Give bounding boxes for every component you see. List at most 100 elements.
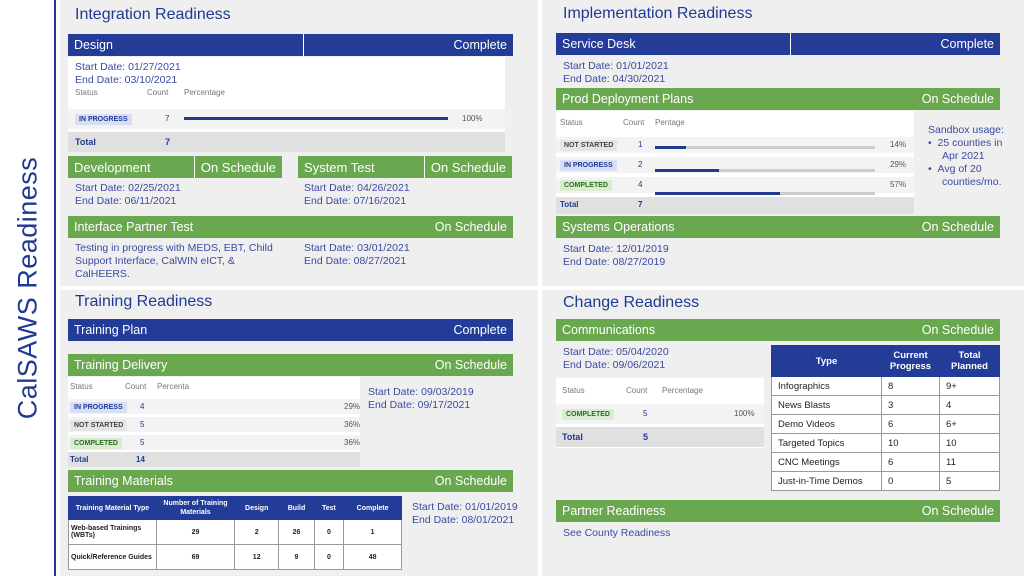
- development-label: Development: [74, 159, 151, 175]
- delivery-row-percent: 29%: [344, 402, 361, 411]
- status-badge: IN PROGRESS: [560, 160, 617, 171]
- progress-track: [655, 169, 875, 172]
- tm-col-build: Build: [278, 496, 315, 520]
- systems-operations-bar[interactable]: Systems Operations On Schedule: [556, 216, 1000, 238]
- progress-fill: [184, 117, 448, 120]
- system-test-end: End Date: 07/16/2021: [304, 195, 407, 207]
- interface-note: Support Interface, CalWIN eICT, &: [75, 255, 235, 267]
- prod-row-percent: 29%: [890, 160, 907, 169]
- table-row: Quick/Reference Guides 69 12 9 0 48: [68, 544, 402, 570]
- status-badge: NOT STARTED: [560, 140, 618, 151]
- design-bar[interactable]: Design Complete: [68, 34, 513, 56]
- training-plan-label: Training Plan: [74, 323, 148, 337]
- county-readiness-link[interactable]: See County Readiness: [563, 527, 670, 540]
- progress-track: [655, 146, 875, 149]
- training-materials-label: Training Materials: [74, 474, 173, 488]
- training-materials-start: Start Date: 01/01/2019: [412, 501, 518, 513]
- ct-col-type: Type: [771, 345, 882, 377]
- tm-cell: 48: [343, 544, 402, 570]
- sidebar: CalSAWS Readiness: [0, 0, 56, 576]
- comms-col-count: Count: [626, 386, 648, 395]
- ct-cell: 0: [881, 471, 940, 491]
- training-delivery-bar[interactable]: Training Delivery On Schedule: [68, 354, 513, 376]
- partner-readiness-bar[interactable]: Partner Readiness On Schedule: [556, 500, 1000, 522]
- status-badge: NOT STARTED: [70, 420, 128, 431]
- tm-cell: 12: [233, 544, 280, 570]
- delivery-col-count: Count: [125, 382, 147, 391]
- prod-col-count: Count: [623, 118, 645, 127]
- change-title: Change Readiness: [563, 294, 700, 311]
- ct-cell: 10: [881, 433, 940, 453]
- table-row: Web-based Trainings (WBTs) 29 2 26 0 1: [68, 519, 402, 545]
- communications-start: Start Date: 05/04/2020: [563, 346, 669, 358]
- training-plan-status: Complete: [453, 323, 508, 337]
- ct-col-total: Total Planned: [939, 345, 1000, 377]
- interface-start: Start Date: 03/01/2021: [304, 242, 410, 254]
- ct-cell: 5: [939, 471, 1000, 491]
- design-total-label: Total: [75, 137, 96, 147]
- service-desk-bar[interactable]: Service Desk Complete: [556, 33, 1000, 55]
- ct-cell: 11: [939, 452, 1000, 472]
- tm-cell: 69: [156, 544, 235, 570]
- tm-cell: Quick/Reference Guides: [68, 544, 157, 570]
- interface-note: CalHEERS.: [75, 268, 130, 280]
- progress-fill: [655, 192, 781, 195]
- tm-cell: 2: [233, 519, 280, 545]
- table-row: News Blasts 3 4: [771, 395, 1000, 415]
- systems-operations-label: Systems Operations: [562, 220, 675, 234]
- communications-label: Communications: [562, 323, 656, 337]
- training-title: Training Readiness: [75, 293, 213, 310]
- delivery-col-status: Status: [70, 382, 93, 391]
- interface-status: On Schedule: [434, 220, 507, 234]
- partner-readiness-label: Partner Readiness: [562, 504, 666, 518]
- design-status: Complete: [453, 38, 508, 52]
- system-test-status: On Schedule: [430, 159, 506, 175]
- progress-track: [184, 117, 448, 120]
- interface-bar[interactable]: Interface Partner Test On Schedule: [68, 216, 513, 238]
- design-total: 7: [165, 137, 171, 147]
- training-plan-bar[interactable]: Training Plan Complete: [68, 319, 513, 341]
- design-end: End Date: 03/10/2021: [75, 74, 178, 86]
- comms-row-count: 5: [643, 409, 648, 418]
- service-desk-start: Start Date: 01/01/2021: [563, 60, 669, 72]
- ct-cell: 6+: [939, 414, 1000, 434]
- prod-row-count: 2: [638, 160, 643, 169]
- progress-fill: [655, 146, 686, 149]
- system-test-bar[interactable]: System Test On Schedule: [298, 156, 512, 178]
- delivery-row-count: 4: [140, 402, 145, 411]
- training-delivery-start: Start Date: 09/03/2019: [368, 386, 474, 398]
- design-label: Design: [74, 38, 113, 52]
- comms-col-percent: Percentage: [662, 386, 703, 395]
- design-col-percent: Percentage: [184, 88, 225, 97]
- sandbox-bullet: 25 counties in: [937, 137, 1003, 149]
- ct-cell: News Blasts: [771, 395, 882, 415]
- delivery-row-count: 5: [140, 420, 145, 429]
- table-row: Targeted Topics 10 10: [771, 433, 1000, 453]
- comms-col-status: Status: [562, 386, 585, 395]
- comms-total-label: Total: [562, 432, 583, 442]
- interface-note: Testing in progress with MEDS, EBT, Chil…: [75, 242, 273, 254]
- systems-operations-status: On Schedule: [921, 220, 994, 234]
- tm-col-number: Number of Training Materials: [156, 496, 235, 520]
- delivery-row-percent: 36%: [344, 420, 361, 429]
- interface-end: End Date: 08/27/2021: [304, 255, 407, 267]
- table-row: Infographics 8 9+: [771, 376, 1000, 396]
- status-badge: COMPLETED: [70, 438, 122, 449]
- integration-title: Integration Readiness: [75, 6, 231, 23]
- ct-cell: 4: [939, 395, 1000, 415]
- partner-readiness-status: On Schedule: [921, 504, 994, 518]
- tm-cell: 0: [313, 544, 345, 570]
- communications-end: End Date: 09/06/2021: [563, 359, 666, 371]
- development-bar[interactable]: Development On Schedule: [68, 156, 282, 178]
- comms-row-percent: 100%: [734, 409, 755, 418]
- communications-bar[interactable]: Communications On Schedule: [556, 319, 1000, 341]
- comms-total: 5: [643, 432, 649, 442]
- communications-status: On Schedule: [921, 323, 994, 337]
- table-row: Demo Videos 6 6+: [771, 414, 1000, 434]
- training-materials-bar[interactable]: Training Materials On Schedule: [68, 470, 513, 492]
- design-row-count: 7: [165, 114, 170, 123]
- prod-deployment-bar[interactable]: Prod Deployment Plans On Schedule: [556, 88, 1000, 110]
- table-row: CNC Meetings 6 11: [771, 452, 1000, 472]
- sandbox-bullet: Apr 2021: [942, 150, 985, 162]
- ct-cell: CNC Meetings: [771, 452, 882, 472]
